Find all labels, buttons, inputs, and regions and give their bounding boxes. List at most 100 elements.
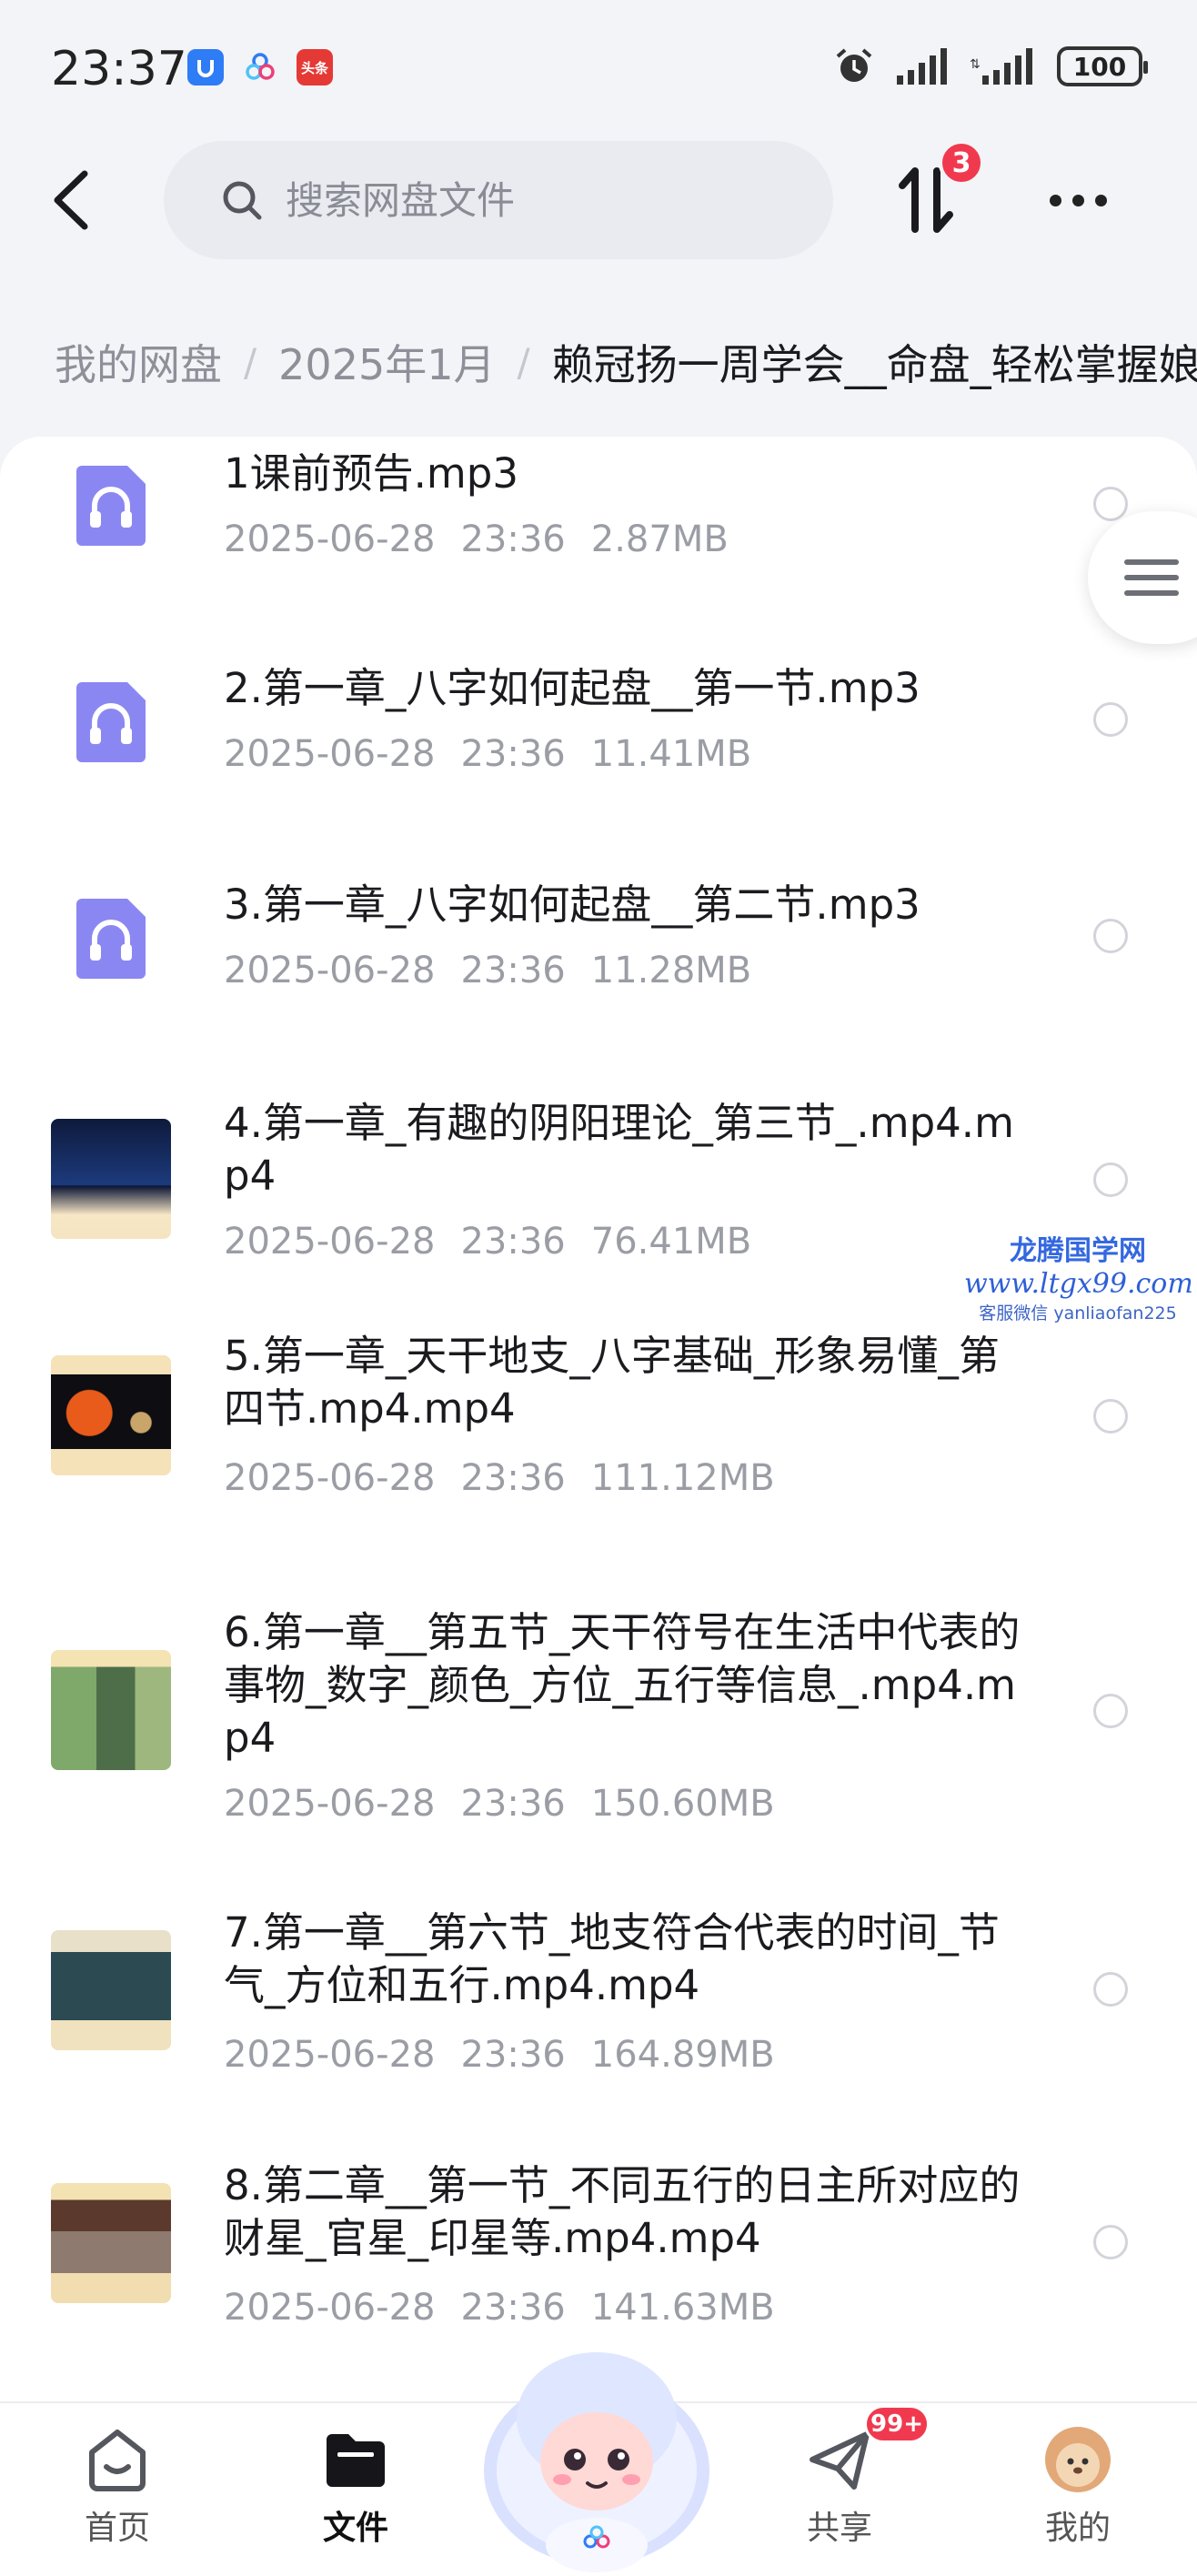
video-thumbnail	[51, 1930, 171, 2050]
watermark: 龙腾国学网 www.ltgx99.com 客服微信 yanliaofan225	[964, 1228, 1193, 1324]
file-meta: 2025-06-28 23:36 141.63MB	[224, 2287, 800, 2329]
file-time: 23:36	[460, 950, 566, 991]
file-size: 11.41MB	[590, 733, 752, 775]
back-button[interactable]	[36, 166, 106, 235]
nav-item-files[interactable]: 文件	[287, 2425, 424, 2549]
file-date: 2025-06-28	[224, 518, 436, 560]
file-row[interactable]: 5.第一章_天干地支_八字基础_形象易懂_第四节.mp4.mp4 2025-06…	[0, 1324, 1197, 1588]
file-time: 23:36	[460, 518, 566, 560]
top-header: 3	[0, 136, 1197, 264]
file-row[interactable]: 2.第一章_八字如何起盘__第一节.mp3 2025-06-28 23:36 11.…	[0, 637, 1197, 853]
select-checkbox[interactable]	[1093, 702, 1128, 737]
share-badge: 99+	[864, 2405, 930, 2443]
breadcrumb-item-root[interactable]: 我的网盘	[55, 335, 222, 389]
breadcrumb-item-folder[interactable]: 2025年1月	[278, 335, 495, 389]
file-list[interactable]: 1课前预告.mp3 2025-06-28 23:36 2.87MB 2.第一章_八字…	[0, 437, 1197, 2401]
select-checkbox[interactable]	[1093, 1399, 1128, 1434]
file-name: 4.第一章_有趣的阴阳理论_第三节_.mp4.mp4	[224, 1099, 1014, 1200]
search-box[interactable]	[164, 141, 833, 259]
menu-line-icon	[1124, 575, 1179, 580]
menu-line-icon	[1124, 559, 1179, 565]
watermark-contact: 客服微信 yanliaofan225	[979, 1303, 1177, 1323]
app-notification-icon	[187, 49, 224, 86]
nav-label-home: 首页	[84, 2510, 150, 2547]
select-checkbox[interactable]	[1093, 1694, 1128, 1728]
file-time: 23:36	[460, 1457, 566, 1499]
more-options-button[interactable]	[1037, 173, 1119, 227]
video-thumbnail	[51, 1650, 171, 1770]
toutiao-app-icon: 头条	[297, 49, 333, 86]
file-date: 2025-06-28	[224, 950, 436, 991]
home-icon	[89, 2430, 146, 2491]
file-name: 3.第一章_八字如何起盘__第二节.mp3	[224, 880, 920, 929]
file-name: 6.第一章__第五节_天干符号在生活中代表的事物_数字_颜色_方位_五行等信息_…	[224, 1608, 1021, 1762]
nav-label-files: 文件	[322, 2510, 388, 2547]
select-checkbox[interactable]	[1093, 2225, 1128, 2259]
select-checkbox[interactable]	[1093, 1162, 1128, 1197]
dot-icon	[1071, 194, 1084, 206]
file-row[interactable]: 3.第一章_八字如何起盘__第二节.mp3 2025-06-28 23:36 11.…	[0, 853, 1197, 1070]
watermark-title: 龙腾国学网	[1010, 1235, 1146, 1267]
folder-icon	[327, 2434, 385, 2487]
breadcrumb-separator: /	[517, 339, 530, 385]
video-thumbnail	[51, 2183, 171, 2303]
battery-indicator: 100	[1057, 46, 1148, 86]
file-name: 2.第一章_八字如何起盘__第一节.mp3	[224, 664, 920, 712]
audio-file-icon	[76, 466, 146, 546]
status-right: ⇅ 100	[833, 45, 1148, 87]
avatar	[1045, 2427, 1111, 2492]
file-time: 23:36	[460, 1221, 566, 1263]
file-size: 76.41MB	[590, 1221, 752, 1263]
file-time: 23:36	[460, 2034, 566, 2076]
file-date: 2025-06-28	[224, 1457, 436, 1499]
file-size: 2.87MB	[590, 518, 729, 560]
file-size: 111.12MB	[590, 1457, 775, 1499]
file-meta: 2025-06-28 23:36 76.41MB	[224, 1221, 777, 1263]
dot-icon	[1094, 194, 1107, 206]
nav-label-mine: 我的	[1044, 2510, 1111, 2547]
nav-item-mine[interactable]: 我的	[1010, 2425, 1146, 2549]
file-row[interactable]: 6.第一章__第五节_天干符号在生活中代表的事物_数字_颜色_方位_五行等信息_…	[0, 1588, 1197, 1897]
signal-icon-1	[897, 48, 947, 85]
file-row[interactable]: 7.第一章__第六节_地支符合代表的时间_节气_方位和五行.mp4.mp4 20…	[0, 1897, 1197, 2152]
search-input[interactable]	[286, 177, 795, 223]
file-size: 11.28MB	[590, 950, 752, 991]
watermark-site: www.ltgx99.com	[964, 1268, 1193, 1300]
select-checkbox[interactable]	[1093, 487, 1128, 521]
select-checkbox[interactable]	[1093, 1972, 1128, 2007]
file-name: 7.第一章__第六节_地支符合代表的时间_节气_方位和五行.mp4.mp4	[224, 1908, 1000, 2009]
cloud-app-icon	[242, 49, 278, 86]
status-app-icons: 头条	[187, 49, 333, 86]
file-date: 2025-06-28	[224, 1783, 436, 1825]
file-meta: 2025-06-28 23:36 2.87MB	[224, 518, 754, 560]
video-thumbnail	[51, 1119, 171, 1239]
file-name: 1课前预告.mp3	[224, 449, 518, 498]
signal-icon-2: ⇅	[970, 48, 1032, 85]
nav-item-home[interactable]: 首页	[49, 2425, 186, 2549]
file-time: 23:36	[460, 733, 566, 775]
audio-file-icon	[76, 899, 146, 979]
file-meta: 2025-06-28 23:36 150.60MB	[224, 1783, 800, 1825]
breadcrumb-item-current: 赖冠扬一周学会__命盘_轻松掌握娘	[551, 340, 1197, 389]
breadcrumb: 我的网盘 / 2025年1月 / 赖冠扬一周学会__命盘_轻松掌握娘	[55, 335, 1197, 390]
svg-text:⇅: ⇅	[970, 57, 981, 72]
file-size: 164.89MB	[590, 2034, 775, 2076]
nav-item-share[interactable]: 共享	[771, 2425, 908, 2549]
transfer-badge: 3	[939, 140, 984, 186]
file-meta: 2025-06-28 23:36 11.28MB	[224, 950, 777, 991]
breadcrumb-separator: /	[244, 339, 257, 385]
status-time: 23:37	[51, 42, 187, 96]
assistant-mascot-button[interactable]	[480, 2334, 713, 2576]
file-date: 2025-06-28	[224, 2034, 436, 2076]
file-meta: 2025-06-28 23:36 164.89MB	[224, 2034, 800, 2076]
file-date: 2025-06-28	[224, 1221, 436, 1263]
file-size: 150.60MB	[590, 1783, 775, 1825]
status-bar: 23:37 头条 ⇅ 100	[0, 0, 1197, 136]
dot-icon	[1049, 194, 1061, 206]
chevron-left-icon	[54, 170, 88, 230]
select-checkbox[interactable]	[1093, 919, 1128, 953]
search-icon	[223, 181, 262, 220]
audio-file-icon	[76, 682, 146, 762]
file-time: 23:36	[460, 1783, 566, 1825]
file-row[interactable]: 1课前预告.mp3 2025-06-28 23:36 2.87MB	[0, 437, 1197, 637]
